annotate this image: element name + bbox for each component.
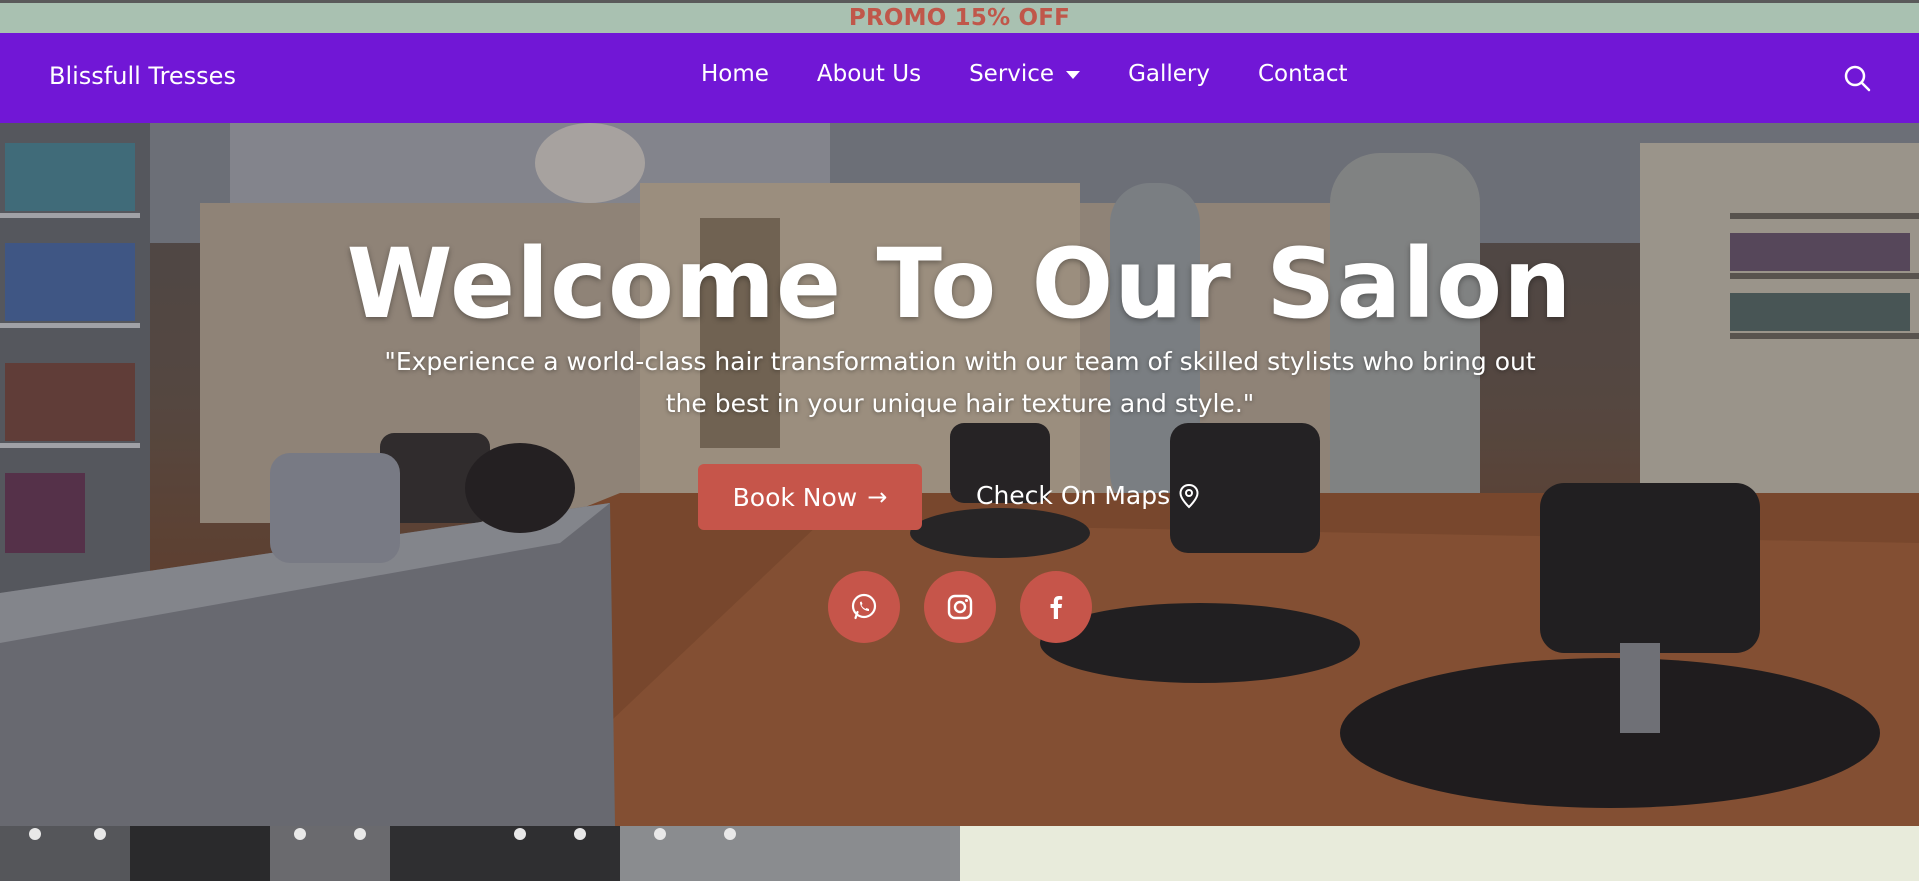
hero-section: Welcome To Our Salon "Experience a world… (0, 123, 1919, 826)
check-on-maps-label: Check On Maps (976, 481, 1171, 510)
nav-item-label: About Us (816, 61, 922, 87)
instagram-icon[interactable] (924, 571, 996, 643)
map-pin-icon (1179, 483, 1199, 508)
salon-stations-image (0, 826, 960, 881)
nav-item-service[interactable]: Service (969, 61, 1081, 87)
check-on-maps-link[interactable]: Check On Maps (976, 481, 1200, 510)
nav-item-label: Gallery (1128, 61, 1210, 87)
nav-item-home[interactable]: Home (701, 61, 769, 87)
whatsapp-icon[interactable] (828, 571, 900, 643)
main-menu: Home About Us Service Gallery Contact (701, 61, 1395, 87)
nav-item-label: Service (969, 61, 1055, 87)
gallery-preview-image (0, 826, 960, 881)
promo-bar: PROMO 15% OFF (0, 0, 1919, 33)
brand-logo[interactable]: Blissfull Tresses (49, 62, 236, 90)
nav-item-gallery[interactable]: Gallery (1128, 61, 1210, 87)
navbar: Blissfull Tresses Home About Us Service … (0, 33, 1919, 123)
nav-item-label: Contact (1258, 61, 1348, 87)
book-now-label: Book Now (732, 482, 858, 512)
about-section-background (960, 826, 1919, 881)
facebook-icon[interactable] (1020, 571, 1092, 643)
nav-item-contact[interactable]: Contact (1258, 61, 1347, 87)
promo-text: PROMO 15% OFF (848, 5, 1071, 31)
nav-item-about[interactable]: About Us (817, 61, 921, 87)
search-icon[interactable] (1842, 63, 1872, 93)
caret-down-icon (1066, 71, 1081, 79)
arrow-right-icon: → (867, 483, 888, 511)
nav-item-label: Home (701, 61, 769, 87)
hero-title: Welcome To Our Salon (346, 228, 1573, 340)
hero-subtitle: "Experience a world-class hair transform… (384, 347, 1536, 418)
book-now-button[interactable]: Book Now → (698, 464, 922, 530)
